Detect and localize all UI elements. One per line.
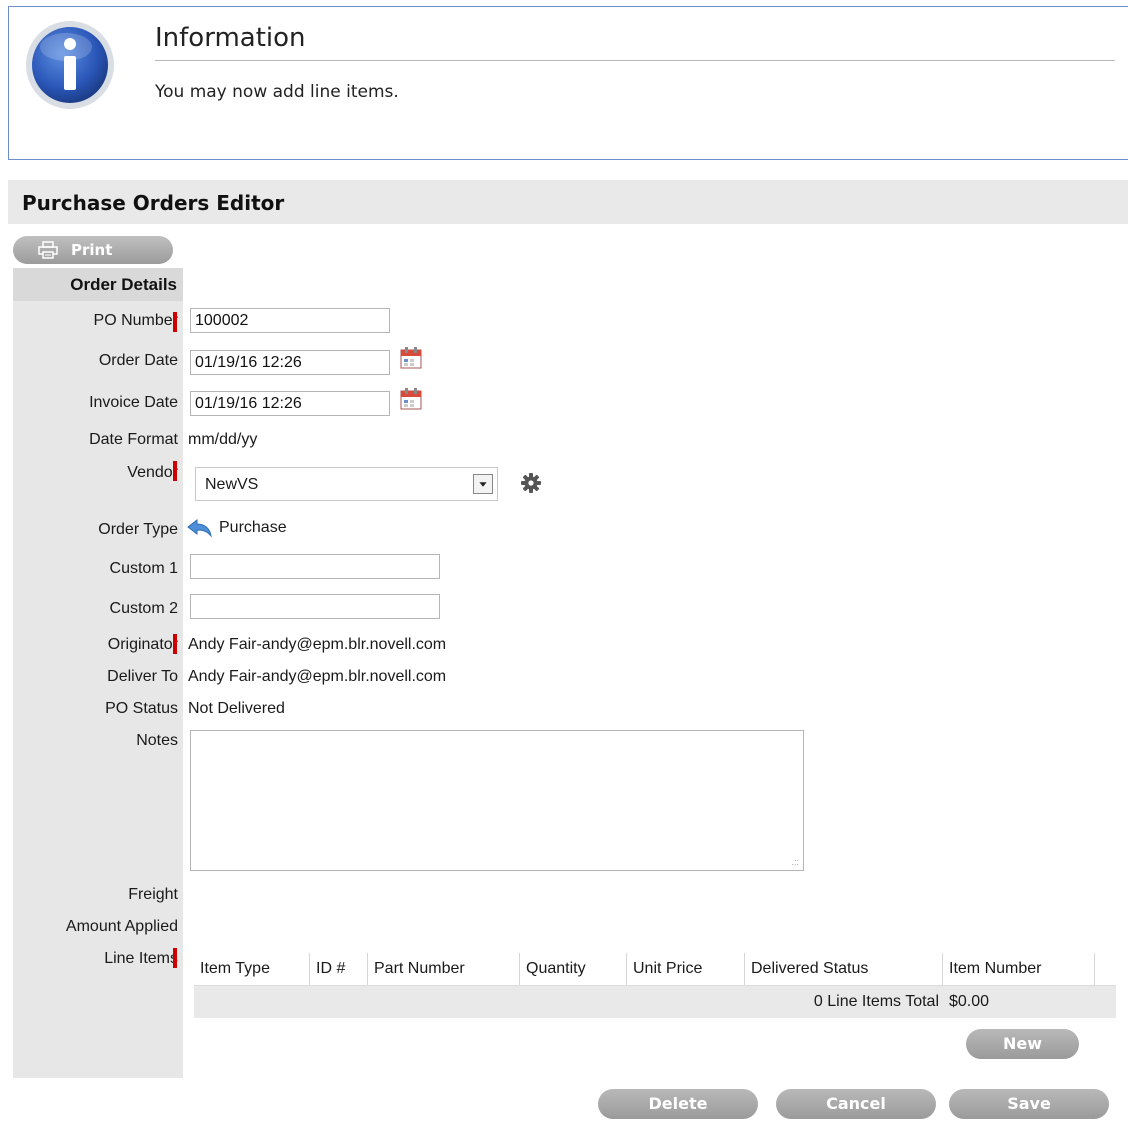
vendor-selected-value: NewVS <box>205 476 259 493</box>
calendar-icon[interactable] <box>400 388 422 410</box>
po-number-label: PO Number <box>93 312 178 329</box>
column-header-unit-price[interactable]: Unit Price <box>627 953 745 985</box>
print-button[interactable]: Print <box>13 236 173 264</box>
resize-grip-icon[interactable]: .:: <box>791 857 799 867</box>
originator-label: Originator <box>107 636 178 653</box>
vendor-label: Vendor <box>127 464 178 481</box>
calendar-icon[interactable] <box>400 347 422 369</box>
line-items-total-value: $0.00 <box>949 993 990 1010</box>
column-header-item-type[interactable]: Item Type <box>194 953 310 985</box>
cancel-button[interactable]: Cancel <box>776 1089 936 1119</box>
order-type-value: Purchase <box>219 519 287 536</box>
column-header-delivered-status[interactable]: Delivered Status <box>745 953 943 985</box>
column-header-part-number[interactable]: Part Number <box>368 953 520 985</box>
line-items-label: Line Items <box>104 950 178 967</box>
column-header-item-number[interactable]: Item Number <box>943 953 1095 985</box>
required-marker <box>173 312 177 332</box>
custom1-input[interactable] <box>190 554 440 579</box>
notes-textarea[interactable]: .:: <box>190 730 804 871</box>
print-label: Print <box>71 241 113 259</box>
information-title: Information <box>155 23 1115 61</box>
date-format-label: Date Format <box>89 431 178 448</box>
po-status-value: Not Delivered <box>188 700 285 717</box>
line-items-total-row: 0 Line Items Total $0.00 <box>194 986 1116 1018</box>
line-items-total-label: 0 Line Items Total <box>813 993 939 1010</box>
new-line-item-button[interactable]: New <box>966 1029 1079 1059</box>
order-date-input[interactable]: 01/19/16 12:26 <box>190 350 390 375</box>
invoice-date-input[interactable]: 01/19/16 12:26 <box>190 391 390 416</box>
date-format-value: mm/dd/yy <box>188 431 258 448</box>
originator-value: Andy Fair-andy@epm.blr.novell.com <box>188 636 447 653</box>
column-header-quantity[interactable]: Quantity <box>520 953 627 985</box>
delete-button[interactable]: Delete <box>598 1089 758 1119</box>
information-panel: Information You may now add line items. <box>8 6 1128 160</box>
required-marker <box>173 948 177 968</box>
line-items-header: Item Type ID # Part Number Quantity Unit… <box>194 953 1116 986</box>
column-header-id[interactable]: ID # <box>310 953 368 985</box>
custom1-label: Custom 1 <box>109 560 178 577</box>
return-arrow-icon <box>187 518 212 538</box>
info-icon <box>26 21 114 109</box>
vendor-select[interactable]: NewVS <box>195 467 498 501</box>
order-details-header: Order Details <box>13 268 183 301</box>
order-date-label: Order Date <box>98 352 178 369</box>
invoice-date-label: Invoice Date <box>89 394 178 411</box>
custom2-label: Custom 2 <box>109 600 178 617</box>
amount-applied-label: Amount Applied <box>65 918 178 935</box>
column-header-spacer <box>1095 953 1116 985</box>
chevron-down-icon[interactable] <box>473 474 493 494</box>
save-button[interactable]: Save <box>949 1089 1109 1119</box>
information-message: You may now add line items. <box>155 82 399 102</box>
required-marker <box>173 461 177 481</box>
custom2-input[interactable] <box>190 594 440 619</box>
deliver-to-label: Deliver To <box>107 668 178 685</box>
po-status-label: PO Status <box>105 700 178 717</box>
required-marker <box>173 634 177 654</box>
gear-icon[interactable] <box>520 472 542 494</box>
order-type-label: Order Type <box>98 521 178 538</box>
editor-header: Purchase Orders Editor <box>8 180 1128 224</box>
notes-label: Notes <box>136 732 178 749</box>
printer-icon <box>38 241 58 259</box>
po-number-input[interactable]: 100002 <box>190 308 390 333</box>
freight-label: Freight <box>128 886 178 903</box>
page-title: Purchase Orders Editor <box>22 191 285 215</box>
deliver-to-value: Andy Fair-andy@epm.blr.novell.com <box>188 668 447 685</box>
